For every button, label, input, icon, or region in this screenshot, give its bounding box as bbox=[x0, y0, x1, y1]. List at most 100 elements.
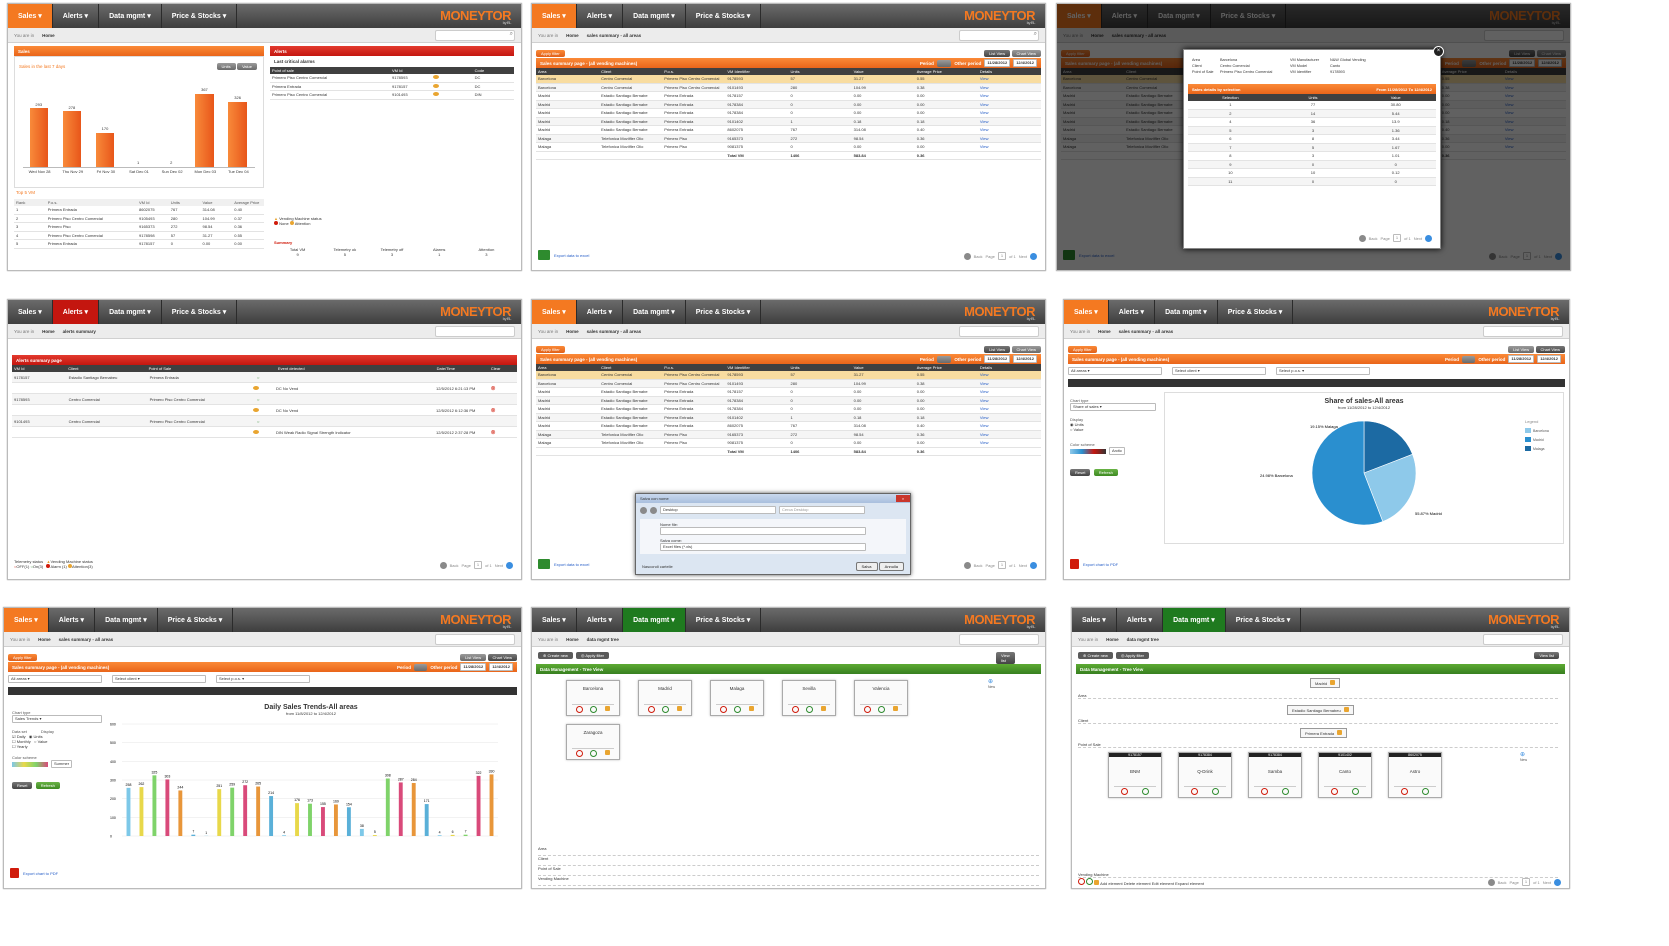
apply-filter-button[interactable]: Apply filter bbox=[1061, 49, 1090, 57]
date-to-field[interactable]: 12/4/2012 bbox=[1537, 355, 1561, 363]
menu-sales[interactable]: Sales ▾ bbox=[532, 608, 577, 632]
column-header[interactable]: Units bbox=[789, 365, 852, 370]
delete-icon[interactable] bbox=[575, 706, 583, 713]
view-link[interactable]: View bbox=[978, 440, 1041, 445]
column-header[interactable]: VM Identifier bbox=[725, 365, 788, 370]
prev-icon[interactable] bbox=[963, 252, 971, 260]
expand-icon[interactable] bbox=[1337, 730, 1343, 735]
new-icon[interactable]: ⊕ New bbox=[988, 678, 995, 689]
menu-data-mgmt[interactable]: Data mgmt ▾ bbox=[95, 608, 158, 632]
menu-sales[interactable]: Sales ▾ bbox=[1072, 608, 1117, 632]
menu-price-stocks[interactable]: Price & Stocks ▾ bbox=[1226, 608, 1302, 632]
view-link[interactable]: View bbox=[978, 381, 1041, 386]
refresh-button[interactable]: Refresh bbox=[1093, 469, 1118, 476]
view-link[interactable]: View bbox=[1503, 102, 1566, 107]
pos-select[interactable]: Select p.o.s. ▾ bbox=[216, 675, 310, 683]
menu-data-mgmt[interactable]: Data mgmt ▾ bbox=[1163, 608, 1226, 632]
client-select[interactable]: Select client ▾ bbox=[112, 675, 206, 683]
search-input[interactable] bbox=[959, 634, 1039, 645]
search-input[interactable] bbox=[1483, 326, 1563, 337]
menu-alerts[interactable]: Alerts ▾ bbox=[577, 300, 624, 324]
chart-view-button[interactable]: Chart View bbox=[487, 653, 517, 661]
column-header[interactable]: Details bbox=[978, 365, 1041, 370]
area-select[interactable]: All areas ▾ bbox=[8, 675, 102, 683]
apply-filter-button[interactable]: ◎ Apply filter bbox=[575, 652, 610, 659]
close-icon[interactable]: × bbox=[896, 495, 910, 502]
create-new-button[interactable]: ⊕ Create new bbox=[538, 652, 573, 659]
menu-price-stocks[interactable]: Price & Stocks ▾ bbox=[1211, 4, 1287, 28]
menu-sales[interactable]: Sales ▾ bbox=[8, 300, 53, 324]
vm-card[interactable]: 9178384 Q-Drink bbox=[1178, 752, 1232, 798]
expand-icon[interactable] bbox=[1330, 680, 1336, 685]
menu-sales[interactable]: Sales ▾ bbox=[1057, 4, 1102, 28]
column-header[interactable]: Value bbox=[852, 365, 915, 370]
view-list-button[interactable]: View list bbox=[1534, 652, 1559, 659]
column-header[interactable]: Area bbox=[536, 365, 599, 370]
reset-button[interactable]: Reset bbox=[1070, 469, 1091, 476]
menu-alerts[interactable]: Alerts ▾ bbox=[1117, 608, 1164, 632]
menu-sales[interactable]: Sales ▾ bbox=[532, 300, 577, 324]
date-to-field[interactable]: 12/4/2012 bbox=[1013, 59, 1037, 67]
menu-price-stocks[interactable]: Price & Stocks ▾ bbox=[162, 4, 238, 28]
search-input[interactable] bbox=[435, 634, 515, 645]
prev-icon[interactable] bbox=[963, 561, 971, 569]
edit-icon[interactable] bbox=[662, 706, 670, 713]
area-card[interactable]: Valencia bbox=[854, 680, 908, 716]
edit-icon[interactable] bbox=[1142, 788, 1149, 795]
area-card[interactable]: Zaragoza bbox=[566, 724, 620, 760]
view-link[interactable]: View bbox=[978, 119, 1041, 124]
search-field[interactable]: Cerca Desktop bbox=[779, 506, 865, 514]
export-excel-link[interactable]: Export data to excel bbox=[538, 250, 589, 260]
expand-icon[interactable] bbox=[893, 706, 899, 711]
expand-icon[interactable] bbox=[677, 706, 683, 711]
column-header[interactable]: P.o.s. bbox=[662, 365, 725, 370]
export-excel-link[interactable]: Export data to excel bbox=[538, 559, 589, 569]
column-header[interactable]: Details bbox=[1503, 69, 1566, 74]
view-link[interactable]: View bbox=[1503, 144, 1566, 149]
expand-icon[interactable] bbox=[605, 706, 611, 711]
delete-icon[interactable] bbox=[647, 706, 655, 713]
chart-view-button[interactable]: Chart View bbox=[1011, 49, 1041, 57]
prev-icon[interactable] bbox=[439, 561, 447, 569]
view-link[interactable]: View bbox=[978, 93, 1041, 98]
menu-alerts[interactable]: Alerts ▾ bbox=[53, 4, 100, 28]
menu-price-stocks[interactable]: Price & Stocks ▾ bbox=[162, 300, 238, 324]
units-button[interactable]: Units bbox=[216, 63, 236, 70]
chart-view-button[interactable]: Chart View bbox=[1536, 49, 1566, 57]
date-from-field[interactable]: 11/28/2012 bbox=[1508, 355, 1535, 363]
value-button[interactable]: Value bbox=[237, 63, 257, 70]
back-icon[interactable] bbox=[640, 506, 647, 514]
search-input[interactable]: ⌕ bbox=[435, 30, 515, 41]
area-card[interactable]: Sevilla bbox=[782, 680, 836, 716]
view-list-button[interactable]: View list bbox=[996, 652, 1015, 664]
view-link[interactable]: View bbox=[1503, 136, 1566, 141]
clear-icon[interactable]: ⊗ bbox=[489, 385, 517, 392]
prev-icon[interactable] bbox=[1488, 252, 1496, 260]
edit-icon[interactable] bbox=[1422, 788, 1429, 795]
export-pdf-link[interactable]: Export chart to PDF bbox=[1070, 559, 1118, 569]
vm-card[interactable]: 9101402 Canto bbox=[1318, 752, 1372, 798]
next-icon[interactable] bbox=[1030, 561, 1037, 569]
view-link[interactable]: View bbox=[1503, 119, 1566, 124]
color-scheme-select[interactable]: Summer bbox=[12, 760, 104, 768]
delete-icon[interactable] bbox=[791, 706, 799, 713]
menu-sales[interactable]: Sales ▾ bbox=[1064, 300, 1109, 324]
period-button[interactable] bbox=[414, 663, 428, 671]
apply-filter-button[interactable]: Apply filter bbox=[8, 653, 37, 661]
column-header[interactable]: Value bbox=[852, 69, 915, 74]
edit-icon[interactable] bbox=[590, 706, 598, 713]
filename-field[interactable] bbox=[660, 527, 866, 535]
create-new-button[interactable]: ⊕ Create new bbox=[1078, 652, 1113, 659]
date-from-field[interactable]: 11/28/2012 bbox=[984, 59, 1011, 67]
close-icon[interactable]: × bbox=[1433, 46, 1444, 57]
reset-button[interactable]: Reset bbox=[12, 782, 33, 789]
apply-filter-button[interactable]: Apply filter bbox=[1068, 345, 1097, 353]
forward-icon[interactable] bbox=[650, 506, 657, 514]
menu-sales[interactable]: Sales ▾ bbox=[8, 4, 53, 28]
menu-price-stocks[interactable]: Price & Stocks ▾ bbox=[686, 300, 762, 324]
menu-alerts[interactable]: Alerts ▾ bbox=[577, 4, 624, 28]
prev-icon[interactable] bbox=[1358, 234, 1366, 242]
view-link[interactable]: View bbox=[978, 110, 1041, 115]
search-input[interactable] bbox=[1483, 634, 1563, 645]
apply-filter-button[interactable]: Apply filter bbox=[536, 49, 565, 57]
